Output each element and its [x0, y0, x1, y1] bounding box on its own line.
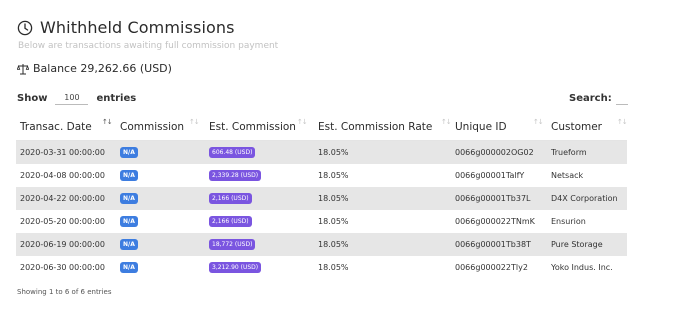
- table-row[interactable]: 2020-03-31 00:00:00 N/A 606.48 (USD) 18.…: [16, 140, 627, 164]
- withheld-commissions-panel: Whithheld Commissions Below are transact…: [0, 0, 695, 322]
- column-header-est-commission-rate[interactable]: Est. Commission Rate ↑↓: [314, 113, 452, 141]
- table-row[interactable]: 2020-06-30 00:00:00 N/A 3,212.90 (USD) 1…: [16, 256, 627, 279]
- cell-est-commission: 2,166 (USD): [205, 187, 314, 210]
- table-row[interactable]: 2020-04-22 00:00:00 N/A 2,166 (USD) 18.0…: [16, 187, 627, 210]
- entries-select[interactable]: 100: [55, 92, 89, 105]
- cell-commission: N/A: [116, 233, 205, 256]
- commissions-table: Transac. Date ↑↓ Commission ↑↓ Est. Comm…: [16, 113, 628, 279]
- cell-est-commission: 2,166 (USD): [205, 210, 314, 233]
- cell-commission: N/A: [116, 140, 205, 164]
- cell-customer: Pure Storage: [547, 233, 627, 256]
- column-header-transac-date[interactable]: Transac. Date ↑↓: [16, 113, 116, 141]
- cell-commission: N/A: [116, 187, 205, 210]
- cell-date: 2020-04-08 00:00:00: [16, 164, 116, 187]
- cell-unique-id: 0066g000022Tly2: [451, 256, 547, 279]
- page-header: Whithheld Commissions: [17, 18, 235, 37]
- search-control: Search:: [569, 92, 628, 105]
- cell-customer: Ensurion: [547, 210, 627, 233]
- sort-icon: ↑↓: [533, 118, 544, 126]
- cell-customer: Netsack: [547, 164, 627, 187]
- est-commission-badge: 18,772 (USD): [209, 239, 256, 250]
- sort-icon: ↑↓: [189, 118, 200, 126]
- cell-commission: N/A: [116, 256, 205, 279]
- cell-rate: 18.05%: [314, 210, 451, 233]
- commission-badge: N/A: [120, 147, 138, 158]
- search-label: Search:: [569, 93, 612, 104]
- cell-date: 2020-06-19 00:00:00: [16, 233, 116, 256]
- cell-date: 2020-06-30 00:00:00: [16, 256, 116, 279]
- page-title: Whithheld Commissions: [40, 18, 235, 37]
- column-header-unique-id[interactable]: Unique ID ↑↓: [451, 113, 547, 141]
- cell-date: 2020-03-31 00:00:00: [16, 140, 116, 164]
- page-subtitle: Below are transactions awaiting full com…: [18, 41, 279, 51]
- cell-rate: 18.05%: [314, 256, 451, 279]
- cell-commission: N/A: [116, 164, 205, 187]
- balance-summary: Balance 29,262.66 (USD): [17, 62, 172, 75]
- est-commission-badge: 2,166 (USD): [209, 193, 252, 204]
- entries-label: entries: [96, 93, 137, 104]
- search-input[interactable]: [615, 92, 628, 105]
- commission-badge: N/A: [120, 193, 138, 204]
- cell-customer: Yoko Indus. Inc.: [547, 256, 627, 279]
- cell-unique-id: 0066g00001Tb38T: [451, 233, 547, 256]
- cell-rate: 18.05%: [314, 140, 451, 164]
- est-commission-badge: 2,339.28 (USD): [209, 170, 262, 181]
- est-commission-badge: 2,166 (USD): [209, 216, 252, 227]
- commission-badge: N/A: [120, 262, 138, 273]
- cell-est-commission: 2,339.28 (USD): [205, 164, 314, 187]
- cell-unique-id: 0066g000002OG02: [451, 140, 547, 164]
- cell-unique-id: 0066g00001TalfY: [451, 164, 547, 187]
- sort-icon: ↑↓: [617, 118, 628, 126]
- table-info: Showing 1 to 6 of 6 entries: [17, 288, 112, 296]
- cell-commission: N/A: [116, 210, 205, 233]
- column-header-est-commission[interactable]: Est. Commission ↑↓: [205, 113, 314, 141]
- cell-unique-id: 0066g00001Tb37L: [451, 187, 547, 210]
- balance-text: Balance 29,262.66 (USD): [33, 62, 172, 75]
- balance-scale-icon: [17, 63, 29, 74]
- cell-rate: 18.05%: [314, 164, 451, 187]
- show-label: Show: [17, 93, 48, 104]
- commission-badge: N/A: [120, 216, 138, 227]
- cell-rate: 18.05%: [314, 233, 451, 256]
- est-commission-badge: 3,212.90 (USD): [209, 262, 262, 273]
- table-row[interactable]: 2020-04-08 00:00:00 N/A 2,339.28 (USD) 1…: [16, 164, 627, 187]
- sort-asc-icon: ↑↓: [102, 118, 113, 126]
- cell-rate: 18.05%: [314, 187, 451, 210]
- sort-icon: ↑↓: [441, 118, 452, 126]
- table-row[interactable]: 2020-05-20 00:00:00 N/A 2,166 (USD) 18.0…: [16, 210, 627, 233]
- est-commission-badge: 606.48 (USD): [209, 147, 256, 158]
- table-row[interactable]: 2020-06-19 00:00:00 N/A 18,772 (USD) 18.…: [16, 233, 627, 256]
- table-header-row: Transac. Date ↑↓ Commission ↑↓ Est. Comm…: [16, 113, 628, 141]
- commission-badge: N/A: [120, 170, 138, 181]
- sort-icon: ↑↓: [297, 118, 308, 126]
- column-header-commission[interactable]: Commission ↑↓: [116, 113, 205, 141]
- cell-customer: D4X Corporation: [547, 187, 627, 210]
- column-header-customer[interactable]: Customer ↑↓: [547, 113, 628, 141]
- clock-icon: [17, 20, 33, 35]
- cell-est-commission: 18,772 (USD): [205, 233, 314, 256]
- commission-badge: N/A: [120, 239, 138, 250]
- cell-customer: Trueform: [547, 140, 627, 164]
- cell-date: 2020-05-20 00:00:00: [16, 210, 116, 233]
- cell-est-commission: 3,212.90 (USD): [205, 256, 314, 279]
- show-entries-control: Show 100 entries: [17, 92, 136, 105]
- cell-est-commission: 606.48 (USD): [205, 140, 314, 164]
- cell-unique-id: 0066g000022TNmK: [451, 210, 547, 233]
- cell-date: 2020-04-22 00:00:00: [16, 187, 116, 210]
